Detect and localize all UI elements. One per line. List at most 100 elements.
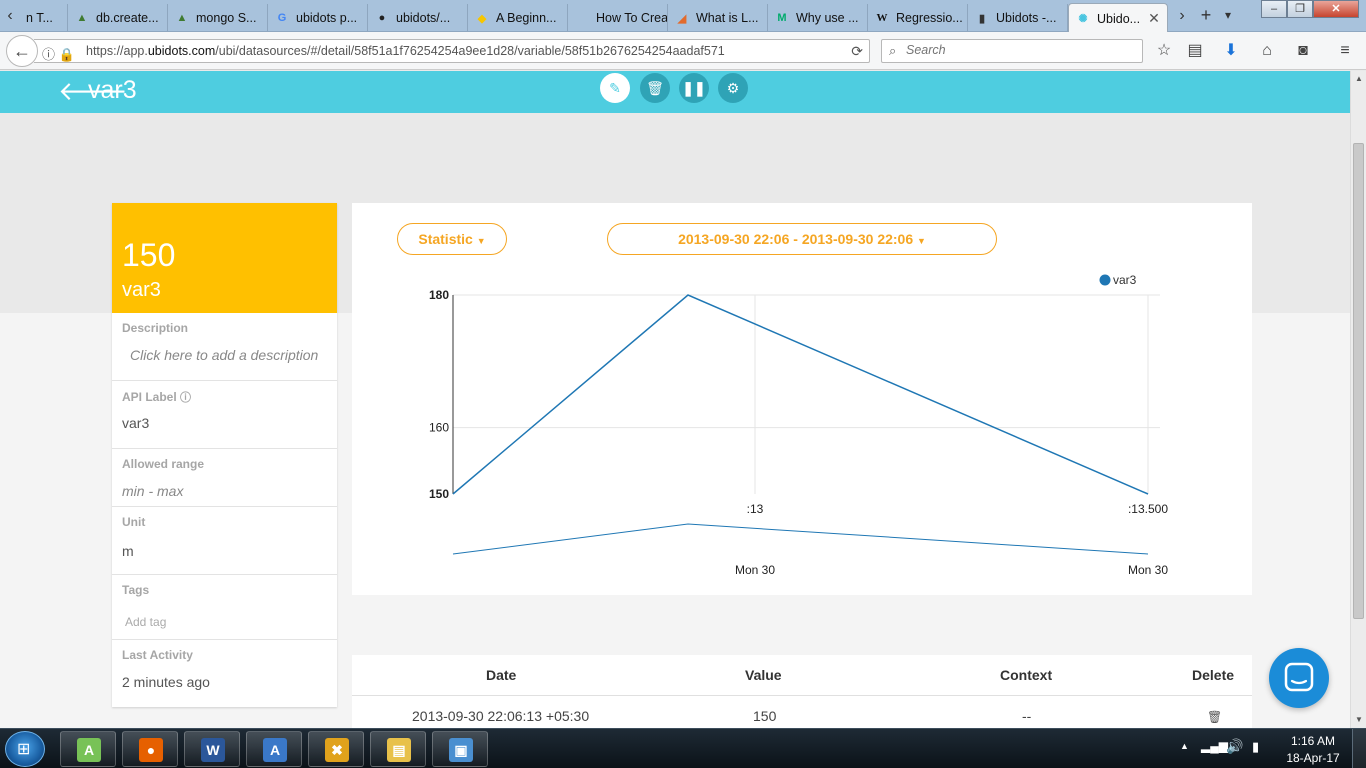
values-table: Date Value Context Delete 2013-09-30 22:… [352,655,1252,728]
table-header-context[interactable]: Context [1000,667,1052,683]
taskbar-app-button[interactable]: W [184,731,240,767]
tray-expand-icon[interactable]: ▲ [1180,741,1189,751]
line-chart[interactable]: 150 160 180:13:13.500 Mon 30 Mon 30 var3 [352,203,1252,595]
browser-tab-bar: ‹ n T... ▲ db.create... ▲ mongo S... Gubidots… [0,0,1366,33]
reading-list-icon[interactable]: ▤ [1184,41,1206,61]
delete-button[interactable]: 🗑 [640,73,670,103]
reload-icon[interactable]: ⟳ [851,43,863,60]
description-field[interactable]: Click here to add a description [130,347,318,363]
taskbar-app-button[interactable]: ▣ [432,731,488,767]
trash-icon: 🗑 [646,80,664,96]
browser-tab[interactable]: ▲ db.create... [68,4,168,32]
browser-tab[interactable]: ▲ mongo S... [168,4,268,32]
taskbar-app-button[interactable]: ✖ [308,731,364,767]
mongodb-leaf-icon: ▲ [76,12,88,24]
bookmark-star-icon[interactable]: ☆ [1153,41,1175,61]
search-input[interactable] [906,43,1136,57]
browser-tab[interactable]: W Regressio... [868,4,968,32]
matlab-icon: ✖ [325,738,349,762]
pause-icon: ❚❚ [682,80,706,96]
info-icon[interactable]: ⓘ [180,392,191,404]
taskbar-app-button[interactable]: ▤ [370,731,426,767]
network-icon[interactable]: ▂▄▆ [1201,739,1228,753]
x-tick-label: :13 [747,502,764,516]
ubidots-icon: ✺ [1078,13,1088,25]
close-window-icon[interactable]: ✕ [1313,0,1359,18]
start-button[interactable]: ⊞ [5,731,45,767]
file-explorer-icon: ▤ [387,738,411,762]
minimize-icon[interactable]: – [1261,0,1287,18]
tab-scroll-right-icon[interactable]: › [1172,4,1192,28]
scroll-down-icon[interactable]: ▼ [1351,712,1366,728]
table-header-date[interactable]: Date [486,667,516,683]
tags-section[interactable]: Tags Add tag [112,575,337,640]
y-tick-label: 180 [429,288,449,302]
firefox-icon: ● [139,738,163,762]
browser-tab[interactable]: Gubidots p... [268,4,368,32]
mongodb-leaf-icon: ▲ [176,12,188,24]
unit-section[interactable]: Unit m [112,507,337,575]
pocket-icon[interactable]: ◙ [1292,41,1314,61]
volume-icon[interactable]: 🔊 [1226,738,1243,755]
taskbar-app-button[interactable]: A [60,731,116,767]
close-tab-icon[interactable]: ✕ [1148,10,1160,27]
github-icon: ● [378,12,386,24]
allowed-range-label: Allowed range [122,457,205,471]
allowed-range-field[interactable]: min - max [122,483,183,499]
browser-tab[interactable]: ✺ Ubido... ✕ [1068,3,1168,33]
browser-tab-title: ubidots p... [296,11,358,25]
edit-button[interactable]: ✎ [600,73,630,103]
orange-logo-icon: ◢ [677,12,687,25]
pause-button[interactable]: ❚❚ [679,73,709,103]
row-value: 150 [753,708,777,724]
url-text[interactable]: https://app.ubidots.com/ubi/datasources/… [86,44,725,58]
browser-tab[interactable]: ▮ Ubidots -... [968,4,1068,32]
browser-tab[interactable]: n T... [20,4,68,32]
arrow-left-icon: ← [13,41,31,61]
clock-date[interactable]: 18-Apr-17 [1282,751,1344,765]
chat-widget-button[interactable] [1269,648,1329,708]
show-desktop-button[interactable] [1352,729,1366,768]
taskbar-app-button[interactable]: A [246,731,302,767]
browser-tab[interactable]: ● ubidots/... [368,4,468,32]
browser-tab[interactable]: ◆ A Beginn... [468,4,568,32]
tab-list-chevron-icon[interactable]: ▾ [1216,4,1240,28]
browser-tab[interactable]: M Why use ... [768,4,868,32]
settings-button[interactable]: ⚙ [718,73,748,103]
home-icon[interactable]: ⌂ [1256,41,1278,61]
chat-icon [1284,662,1314,692]
clock-time[interactable]: 1:16 AM [1288,734,1338,748]
menu-icon[interactable]: ≡ [1334,41,1356,61]
maximize-icon[interactable]: ❐ [1287,0,1313,18]
new-tab-icon[interactable]: + [1194,4,1218,28]
paint-icon: A [263,738,287,762]
chart-panel: Statistic ▼ 2013-09-30 22:06 - 2013-09-3… [352,203,1252,595]
browser-tab-title: Regressio... [896,11,963,25]
browser-tab-title: A Beginn... [496,11,557,25]
back-button[interactable]: ← [6,35,38,67]
table-header-value[interactable]: Value [745,667,782,683]
browser-tab-title: n T... [26,11,53,25]
battery-icon[interactable]: ▮ [1252,739,1259,755]
tab-scroll-left-icon[interactable]: ‹ [0,4,20,28]
browser-tab[interactable]: How To Creat... [568,4,668,32]
search-box[interactable]: ⌕ [881,39,1143,63]
url-bar[interactable]: ⓘ 🔒 https://app.ubidots.com/ubi/datasour… [34,39,870,63]
allowed-range-section[interactable]: Allowed range min - max [112,449,337,507]
page-scrollbar[interactable]: ▲ ▼ [1350,71,1366,728]
site-info-icon[interactable]: ⓘ 🔒 [42,44,75,63]
add-tag-input[interactable]: Add tag [125,615,166,629]
browser-tab[interactable]: ◢ What is L... [668,4,768,32]
download-icon[interactable]: ⬇ [1220,41,1242,61]
variable-info-card: 150 var3 Description Click here to add a… [112,203,337,707]
scroll-up-icon[interactable]: ▲ [1351,71,1366,87]
description-section[interactable]: Description Click here to add a descript… [112,313,337,381]
browser-tab-title: mongo S... [196,11,257,25]
unit-field[interactable]: m [122,543,134,559]
row-date: 2013-09-30 22:06:13 +05:30 [412,708,590,724]
row-delete-trash-icon[interactable]: 🗑 [1207,710,1222,724]
book-icon: ▮ [978,12,986,25]
taskbar-app-button[interactable]: ● [122,731,178,767]
browser-tab-title: Why use ... [796,11,859,25]
scroll-thumb[interactable] [1353,143,1364,619]
